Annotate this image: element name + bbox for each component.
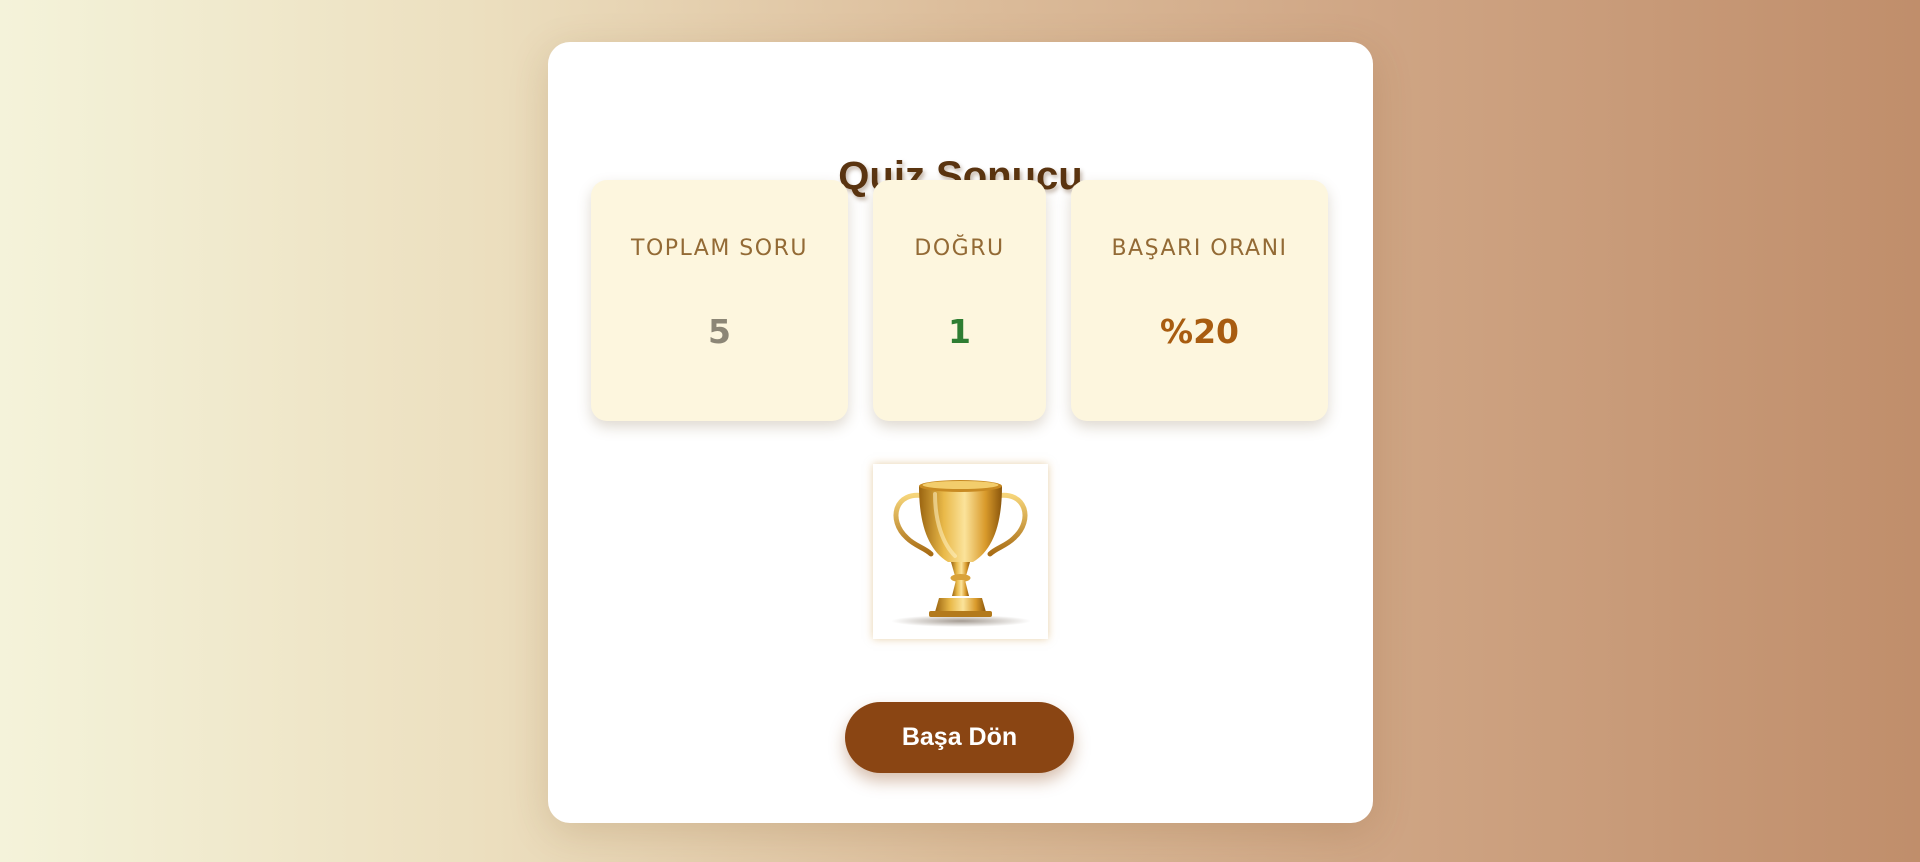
stat-card-rate: BAŞARI ORANI %20 — [1071, 180, 1328, 421]
stat-value-total: 5 — [708, 312, 731, 351]
stat-card-total: TOPLAM SORU 5 — [591, 180, 848, 421]
stat-label-rate: BAŞARI ORANI — [1111, 236, 1288, 261]
stat-label-correct: DOĞRU — [914, 236, 1005, 261]
trophy-image — [873, 464, 1048, 639]
stat-card-correct: DOĞRU 1 — [873, 180, 1046, 421]
back-to-start-button[interactable]: Başa Dön — [845, 702, 1074, 773]
trophy-icon — [891, 480, 1031, 627]
result-card: Quiz Sonucu TOPLAM SORU 5 DOĞRU 1 BAŞARI… — [548, 42, 1373, 823]
stat-value-rate: %20 — [1160, 312, 1239, 351]
stat-value-correct: 1 — [948, 312, 971, 351]
stat-label-total: TOPLAM SORU — [631, 236, 808, 261]
